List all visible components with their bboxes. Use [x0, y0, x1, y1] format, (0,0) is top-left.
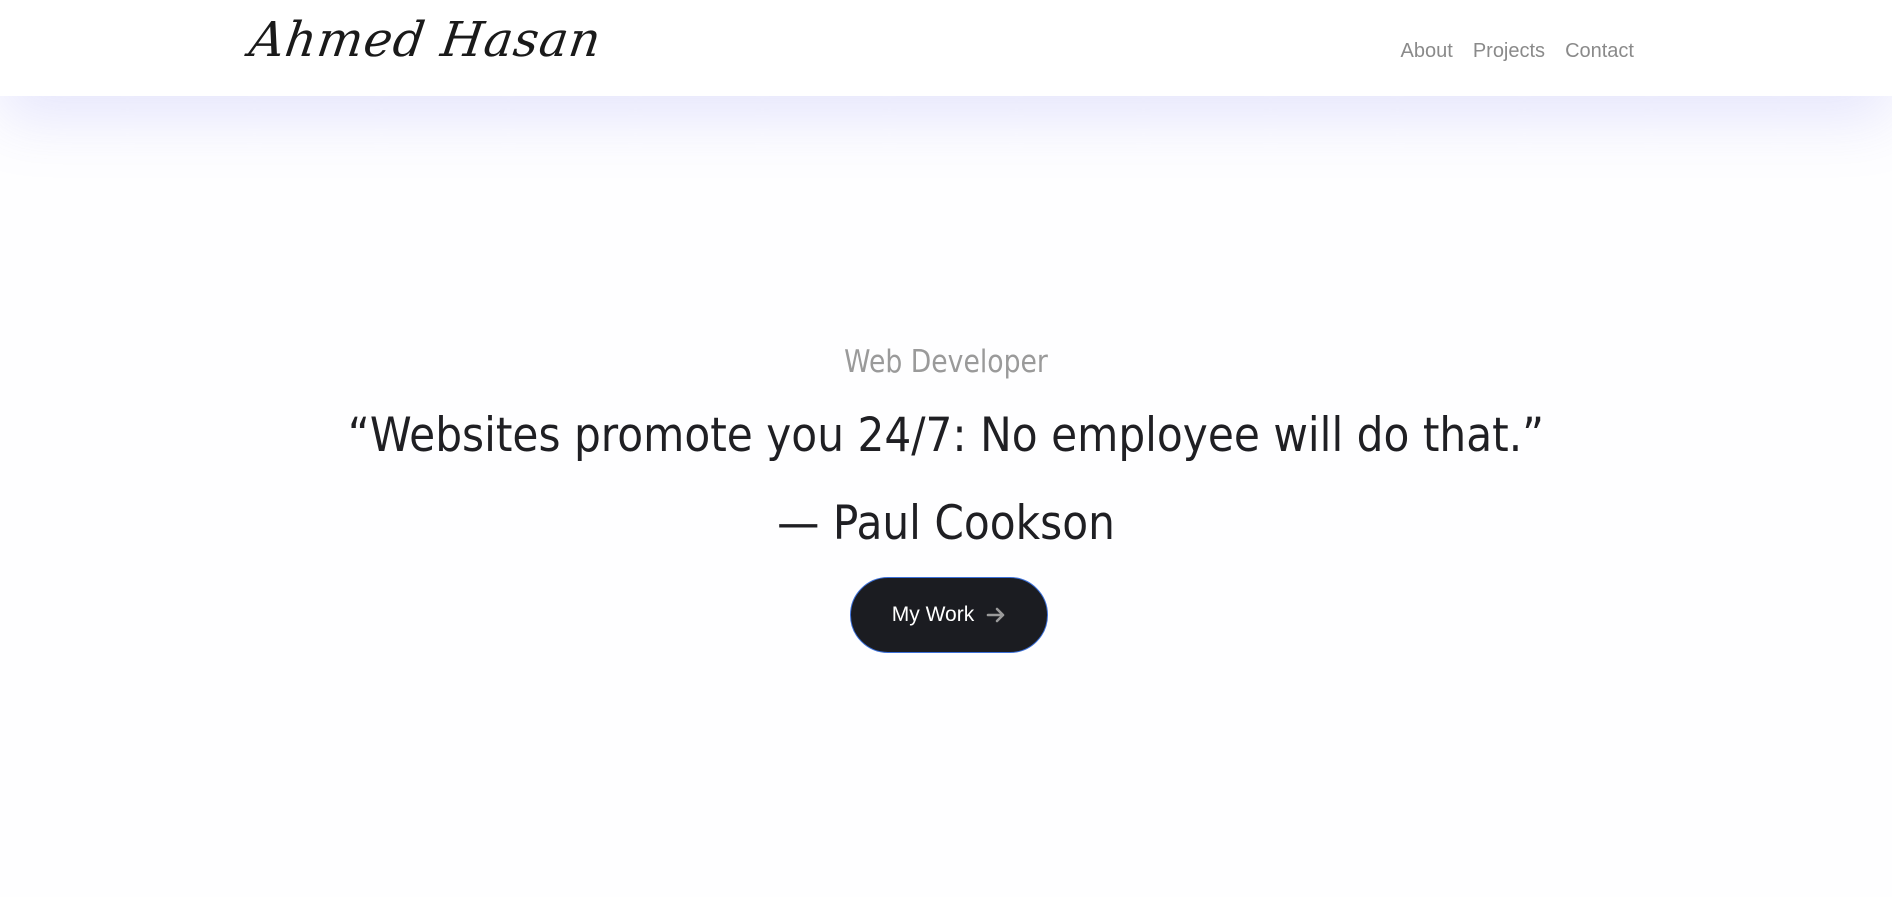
- hero-subtitle: Web Developer: [844, 344, 1048, 380]
- hero-quote: “Websites promote you 24/7: No employee …: [347, 408, 1545, 463]
- hero-section: Web Developer “Websites promote you 24/7…: [0, 96, 1892, 897]
- my-work-button-label: My Work: [891, 603, 975, 626]
- arrow-right-icon: [986, 605, 1006, 625]
- quote-author: — Paul Cookson: [777, 496, 1115, 551]
- my-work-button[interactable]: My Work: [850, 577, 1048, 653]
- nav-link-projects[interactable]: Projects: [1473, 40, 1545, 63]
- nav-link-about[interactable]: About: [1401, 40, 1453, 63]
- nav-link-contact[interactable]: Contact: [1565, 40, 1634, 63]
- nav-links: About Projects Contact: [1401, 40, 1634, 63]
- brand-logo[interactable]: Ahmed Hasan: [246, 12, 605, 68]
- navbar: Ahmed Hasan About Projects Contact: [0, 0, 1892, 96]
